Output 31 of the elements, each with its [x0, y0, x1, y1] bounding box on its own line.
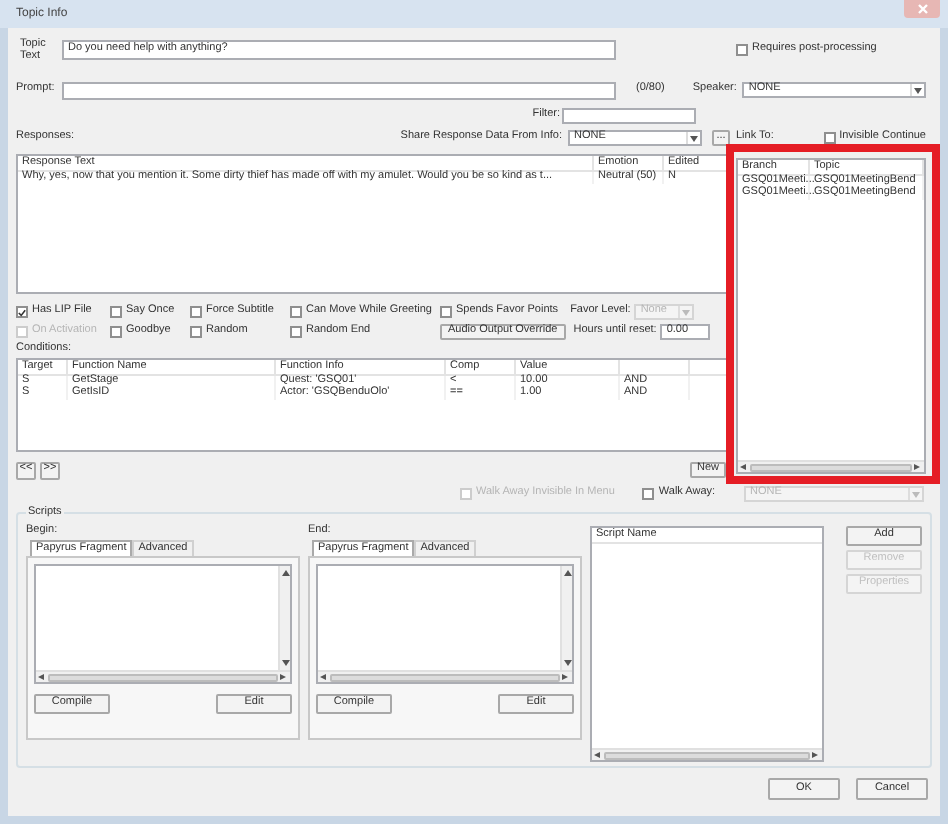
checkbox[interactable] — [290, 326, 302, 338]
checkbox[interactable] — [440, 306, 452, 318]
caret-icon — [812, 752, 820, 758]
scrollbar[interactable] — [318, 670, 572, 682]
text-field[interactable] — [62, 81, 616, 99]
caret-icon — [914, 87, 923, 93]
caret-icon — [320, 674, 328, 680]
close-icon — [917, 4, 927, 14]
checkbox[interactable] — [290, 306, 302, 318]
scrollbar[interactable] — [592, 748, 822, 760]
checkbox[interactable] — [190, 306, 202, 318]
caret-icon — [38, 674, 46, 680]
caret-icon — [690, 135, 698, 141]
caret-icon — [914, 464, 922, 470]
caret-icon — [594, 752, 602, 758]
close-button[interactable] — [904, 0, 940, 18]
checkbox[interactable] — [736, 44, 748, 56]
scrollbar[interactable] — [738, 460, 924, 472]
checkbox[interactable] — [110, 306, 122, 318]
checkbox[interactable] — [642, 488, 655, 500]
scrollbar[interactable] — [560, 566, 572, 670]
caret-icon — [281, 570, 289, 576]
caret-icon — [563, 570, 571, 576]
checkbox[interactable] — [110, 326, 122, 338]
caret-icon — [740, 464, 748, 470]
checkbox[interactable] — [190, 326, 202, 338]
checkbox[interactable] — [16, 306, 28, 318]
scrollbar[interactable] — [278, 566, 290, 670]
filter-field[interactable] — [562, 108, 696, 124]
checkbox[interactable] — [823, 132, 836, 144]
scrollbar[interactable] — [36, 670, 290, 682]
